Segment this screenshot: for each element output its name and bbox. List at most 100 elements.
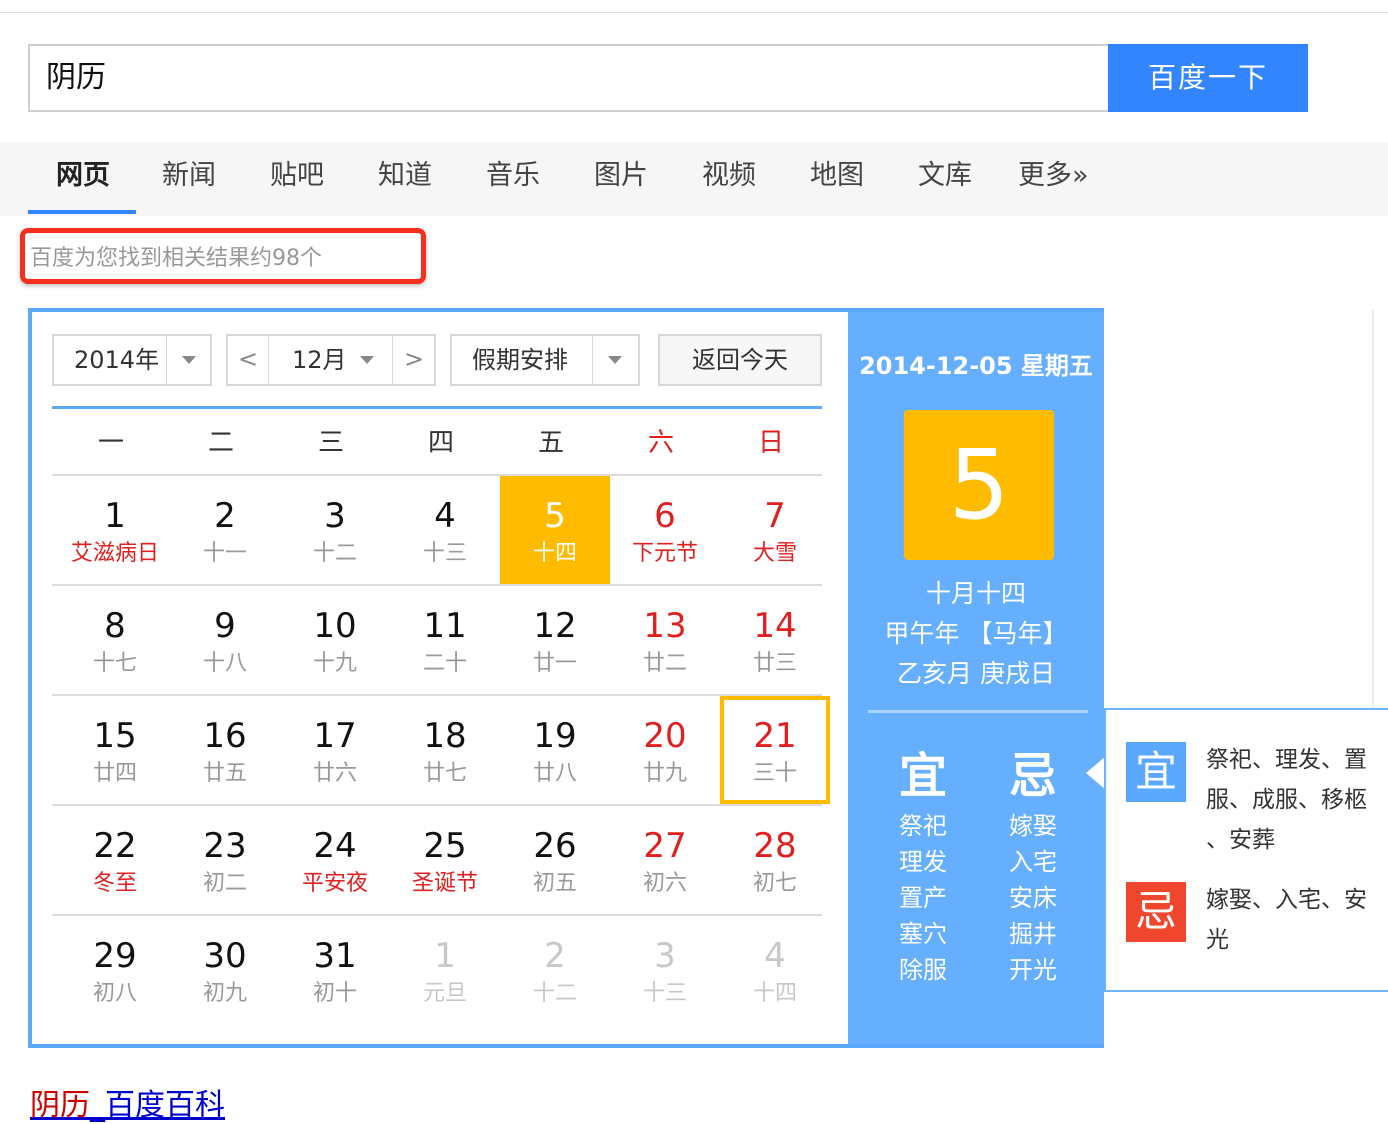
tab-0[interactable]: 网页 [56, 142, 110, 216]
day-cell[interactable]: 27 初六 [610, 806, 720, 914]
tab-3[interactable]: 知道 [378, 142, 432, 216]
day-lunar: 廿一 [532, 651, 577, 676]
weekday-header: 三 [317, 428, 344, 458]
day-cell[interactable]: 26 初五 [500, 806, 610, 914]
ganzhi-month-day: 乙亥月 庚戌日 [897, 659, 1055, 688]
calendar-grid-panel: 2014年 < 12月 > 假期安排 返回今天 一 二 三 四 五 六 日 1 艾滋病日 2 十一 3… [32, 312, 848, 1044]
month-select-value[interactable]: 12月 [292, 336, 347, 384]
search-tabs: 网页 新闻 贴吧 知道 音乐 图片 视频 地图 文库 更多» [0, 142, 1388, 216]
tab-9[interactable]: 更多» [1018, 142, 1089, 216]
search-input[interactable]: 阴历 [28, 44, 1110, 112]
day-lunar: 十三 [642, 981, 687, 1006]
day-number: 29 [93, 936, 137, 976]
day-number: 1 [104, 496, 126, 536]
day-number: 15 [93, 716, 137, 756]
day-cell[interactable]: 5 十四 [500, 476, 610, 584]
day-lunar: 廿九 [642, 761, 687, 786]
weekday-header: 五 [537, 428, 564, 458]
day-number: 30 [203, 936, 247, 976]
day-number: 23 [203, 826, 247, 866]
day-cell[interactable]: 1 艾滋病日 [60, 476, 170, 584]
day-cell[interactable]: 20 廿九 [610, 696, 720, 804]
day-lunar: 艾滋病日 [70, 541, 159, 566]
day-lunar: 十三 [422, 541, 467, 566]
link-rest: _百度百科 [90, 1088, 225, 1123]
tab-8[interactable]: 文库 [918, 142, 972, 216]
ji-heading[interactable]: 忌 [978, 736, 1088, 806]
caret-down-icon [360, 356, 374, 364]
day-lunar: 初九 [202, 981, 247, 1006]
day-cell[interactable]: 18 廿七 [390, 696, 500, 804]
next-month-button[interactable]: > [394, 336, 434, 384]
day-cell[interactable]: 14 廿三 [720, 586, 830, 694]
ji-item: 掘井 [1009, 920, 1057, 948]
search-button[interactable]: 百度一下 [1108, 44, 1308, 112]
day-cell[interactable]: 2 十二 [500, 916, 610, 1024]
day-lunar: 三十 [752, 761, 797, 786]
prev-month-button[interactable]: < [228, 336, 268, 384]
day-cell[interactable]: 21 三十 [720, 696, 830, 804]
tab-4[interactable]: 音乐 [486, 142, 540, 216]
popup-pointer [1086, 756, 1106, 790]
day-cell[interactable]: 16 廿五 [170, 696, 280, 804]
day-cell[interactable]: 10 十九 [280, 586, 390, 694]
ganzhi-year: 甲午年 【马年】 [884, 619, 1068, 648]
day-cell[interactable]: 12 廿一 [500, 586, 610, 694]
day-cell[interactable]: 7 大雪 [720, 476, 830, 584]
detail-divider [868, 710, 1088, 713]
day-cell[interactable]: 17 廿六 [280, 696, 390, 804]
month-select: < 12月 > [226, 334, 436, 386]
day-lunar: 冬至 [92, 871, 137, 896]
select-divider [166, 336, 167, 384]
day-cell[interactable]: 29 初八 [60, 916, 170, 1024]
ji-item: 安床 [1009, 884, 1057, 912]
day-number: 2 [544, 936, 566, 976]
lunar-date: 十月十四 [925, 579, 1026, 608]
weekday-header: 日 [757, 428, 784, 458]
yiji-popup: 宜 忌 祭祀、理发、置 服、成服、移柩 、安葬 嫁娶、入宅、安 光 [1104, 708, 1388, 992]
yi-heading[interactable]: 宜 [868, 736, 978, 806]
calendar-widget: 2014年 < 12月 > 假期安排 返回今天 一 二 三 四 五 六 日 1 艾滋病日 2 十一 3… [28, 308, 1104, 1048]
day-cell[interactable]: 15 廿四 [60, 696, 170, 804]
day-cell[interactable]: 3 十二 [280, 476, 390, 584]
ji-item: 开光 [1009, 956, 1057, 984]
day-number: 9 [214, 606, 236, 646]
day-cell[interactable]: 31 初十 [280, 916, 390, 1024]
day-cell[interactable]: 22 冬至 [60, 806, 170, 914]
tab-1[interactable]: 新闻 [162, 142, 216, 216]
day-lunar: 初六 [642, 871, 687, 896]
day-cell[interactable]: 9 十八 [170, 586, 280, 694]
baike-result-link[interactable]: 阴历_百度百科 [30, 1080, 225, 1124]
day-cell[interactable]: 4 十四 [720, 916, 830, 1024]
day-cell[interactable]: 19 廿八 [500, 696, 610, 804]
tab-6[interactable]: 视频 [702, 142, 756, 216]
day-cell[interactable]: 13 廿二 [610, 586, 720, 694]
tab-7[interactable]: 地图 [810, 142, 864, 216]
day-lunar: 廿二 [642, 651, 687, 676]
day-number: 22 [93, 826, 137, 866]
day-number: 6 [654, 496, 676, 536]
day-cell[interactable]: 25 圣诞节 [390, 806, 500, 914]
day-cell[interactable]: 23 初二 [170, 806, 280, 914]
holiday-select[interactable]: 假期安排 [450, 334, 640, 386]
day-cell[interactable]: 11 二十 [390, 586, 500, 694]
day-cell[interactable]: 1 元旦 [390, 916, 500, 1024]
day-cell[interactable]: 28 初七 [720, 806, 830, 914]
day-cell[interactable]: 30 初九 [170, 916, 280, 1024]
day-cell[interactable]: 8 十七 [60, 586, 170, 694]
day-number: 20 [643, 716, 687, 756]
back-to-today-button[interactable]: 返回今天 [658, 334, 822, 386]
tab-5[interactable]: 图片 [594, 142, 648, 216]
day-cell[interactable]: 4 十三 [390, 476, 500, 584]
day-number: 2 [214, 496, 236, 536]
yi-item: 除服 [899, 956, 947, 984]
right-divider [1372, 310, 1374, 710]
day-cell[interactable]: 6 下元节 [610, 476, 720, 584]
year-select[interactable]: 2014年 [52, 334, 212, 386]
day-cell[interactable]: 24 平安夜 [280, 806, 390, 914]
day-cell[interactable]: 2 十一 [170, 476, 280, 584]
tab-2[interactable]: 贴吧 [270, 142, 324, 216]
day-lunar: 十二 [312, 541, 357, 566]
day-lunar: 十八 [202, 651, 247, 676]
day-cell[interactable]: 3 十三 [610, 916, 720, 1024]
